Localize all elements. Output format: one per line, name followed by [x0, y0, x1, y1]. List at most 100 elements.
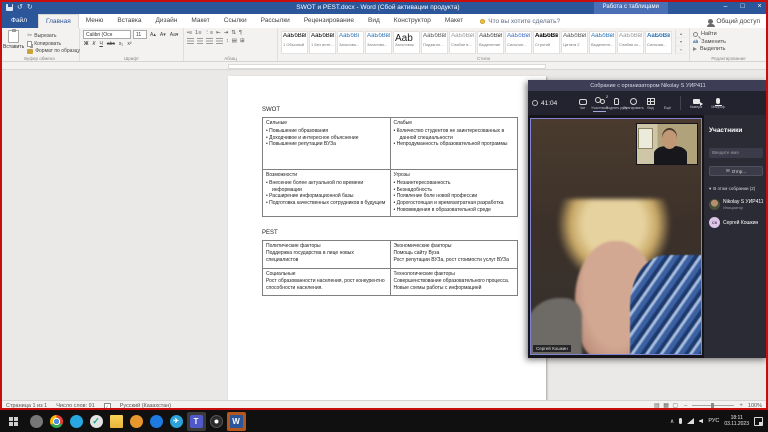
read-mode-icon[interactable]: ▤ — [653, 403, 661, 409]
format-painter-button[interactable]: Формат по образцу — [27, 48, 80, 54]
gallery-up-icon[interactable]: ▴ — [676, 30, 686, 38]
participant-row[interactable]: СК Сергей Кошкин — [709, 217, 763, 228]
participant-search-input[interactable] — [709, 148, 763, 158]
style-gallery-item[interactable]: АаБбВвГ Подзагол... — [421, 31, 448, 54]
word-count[interactable]: Число слов: 91 — [56, 403, 95, 409]
undo-icon[interactable]: ↺ — [17, 3, 23, 11]
page-indicator[interactable]: Страница 1 из 1 — [6, 403, 47, 409]
teams-device-button[interactable]: Камера — [685, 95, 707, 111]
style-gallery-item[interactable]: АаБбВвГг 1 Без инте... — [309, 31, 336, 54]
gallery-down-icon[interactable]: ▾ — [676, 38, 686, 46]
zoom-level[interactable]: 100% — [748, 403, 762, 409]
microphone-tray-icon[interactable] — [679, 418, 682, 424]
tell-me-box[interactable]: Что вы хотите сделать? — [480, 14, 560, 28]
save-icon[interactable] — [6, 4, 13, 11]
replace-button[interactable]: abЗаменить — [693, 39, 764, 45]
redo-icon[interactable]: ↻ — [27, 3, 33, 11]
contextual-ribbon-tab[interactable]: Конструктор — [387, 14, 438, 28]
style-gallery-item[interactable]: АаБбВвГ Заголово... — [365, 31, 392, 54]
teams-titlebar[interactable]: Собрание с организатором Nikolay S УИР41… — [528, 80, 768, 91]
file-explorer-icon[interactable] — [107, 412, 126, 431]
tab-file[interactable]: Файл — [0, 14, 38, 28]
self-video-tile[interactable] — [636, 123, 698, 165]
shading-icon[interactable]: ▤ — [232, 38, 237, 44]
pest-cell-political[interactable]: Политические факторы Поддержка государст… — [263, 240, 391, 268]
ribbon-tab[interactable]: Рецензирование — [297, 14, 361, 28]
teams-device-button[interactable]: Микроф — [707, 95, 729, 111]
clock[interactable]: 18:11 03.11.2023 — [724, 415, 749, 428]
print-layout-icon[interactable]: ▦ — [662, 403, 670, 409]
zoom-out-button[interactable]: – — [684, 403, 687, 409]
horizontal-ruler[interactable] — [0, 62, 768, 70]
select-button[interactable]: Выделить — [693, 46, 764, 52]
pest-cell-economic[interactable]: Экономические факторы Помощь сайту ВузаР… — [390, 240, 518, 268]
cut-button[interactable]: Вырезать — [27, 32, 80, 39]
pest-cell-technological[interactable]: Технологические факторы Совершенствовани… — [390, 268, 518, 295]
hidden-icons-chevron[interactable]: ∧ — [670, 418, 674, 425]
gallery-more-icon[interactable]: ▿ — [676, 46, 686, 54]
font-style-button[interactable]: x² — [126, 41, 132, 47]
align-right-icon[interactable] — [206, 38, 213, 44]
style-gallery-item[interactable]: АаБбВвГг Слабая сс... — [617, 31, 644, 54]
grow-font-button[interactable]: А▴ — [149, 32, 157, 38]
font-style-button[interactable]: abc — [106, 41, 116, 47]
style-gallery-item[interactable]: АаБбВі Заголово... — [337, 31, 364, 54]
teams-toolbar-button[interactable]: Чат — [574, 95, 591, 112]
start-button[interactable] — [0, 410, 26, 432]
align-center-icon[interactable] — [197, 38, 203, 44]
mail-app-icon[interactable] — [67, 412, 86, 431]
decrease-indent-icon[interactable]: ⇤ — [216, 30, 221, 36]
chrome-icon[interactable] — [47, 412, 66, 431]
document-page[interactable]: SWOT Сильные Повышение образованияДоходч… — [228, 76, 546, 400]
style-gallery-item[interactable]: АаБбВвГг Строгий — [533, 31, 560, 54]
change-case-button[interactable]: Аа▾ — [169, 32, 180, 38]
yandex-app-icon[interactable] — [127, 412, 146, 431]
shrink-font-button[interactable]: А▾ — [159, 32, 167, 38]
ribbon-tab[interactable]: Рассылки — [254, 14, 297, 28]
numbering-icon[interactable]: 1≡ — [195, 30, 201, 36]
ribbon-tab[interactable]: Дизайн — [148, 14, 184, 28]
contextual-ribbon-tab[interactable]: Макет — [438, 14, 470, 28]
align-left-icon[interactable] — [187, 38, 194, 44]
zoom-in-button[interactable]: + — [739, 403, 743, 409]
language-indicator[interactable]: Русский (Казахстан) — [120, 403, 171, 409]
teams-icon[interactable]: T — [187, 412, 206, 431]
style-gallery-item[interactable]: Aab Заголовок — [393, 31, 420, 54]
tab-home-active[interactable]: Главная — [38, 14, 79, 28]
pest-cell-social[interactable]: Социальные Рост образованности населения… — [263, 268, 391, 295]
style-gallery-item[interactable]: АаБбВвГг Цитата 2 — [561, 31, 588, 54]
ribbon-tab[interactable]: Вставка — [110, 14, 148, 28]
swot-cell-threats[interactable]: Угрозы НезаинтересованностьБезнадобность… — [390, 170, 518, 217]
web-layout-icon[interactable]: ▢ — [671, 403, 679, 409]
style-gallery-item[interactable]: АаБбВвГг Слабое в... — [449, 31, 476, 54]
teams-toolbar-button[interactable]: Реагировать — [625, 95, 642, 112]
swot-cell-strengths[interactable]: Сильные Повышение образованияДоходчивое … — [263, 118, 391, 170]
multilevel-list-icon[interactable]: ⋮≡ — [204, 30, 213, 36]
taskview-app-icon[interactable] — [27, 412, 46, 431]
font-style-button[interactable]: Ж — [83, 41, 90, 47]
font-style-button[interactable]: К — [92, 41, 97, 47]
ribbon-tab[interactable]: Меню — [79, 14, 111, 28]
in-meeting-section[interactable]: ▾ В этом собрании (2) — [709, 186, 763, 192]
ribbon-tab[interactable]: Ссылки — [217, 14, 254, 28]
ribbon-tab[interactable]: Макет — [184, 14, 216, 28]
zoom-slider[interactable] — [692, 405, 734, 406]
word-icon[interactable]: W — [227, 412, 246, 431]
spellcheck-icon[interactable]: ✓ — [104, 403, 111, 409]
telegram-icon[interactable]: ✈ — [167, 412, 186, 431]
line-spacing-icon[interactable]: ↕ — [226, 38, 229, 44]
style-gallery-item[interactable]: АаБбВвГг Выделенн... — [589, 31, 616, 54]
camera-app-icon[interactable] — [207, 412, 226, 431]
skype-app-icon[interactable] — [147, 412, 166, 431]
volume-icon[interactable] — [699, 419, 703, 424]
paste-button[interactable]: Вставить — [3, 30, 24, 54]
style-gallery-item[interactable]: АаБбВвГг 1 Обычный — [281, 31, 308, 54]
font-style-button[interactable]: x₂ — [118, 41, 124, 47]
style-gallery-item[interactable]: АаБбВвГг Сильная... — [645, 31, 672, 54]
font-size-select[interactable]: 11 — [133, 30, 147, 39]
borders-icon[interactable]: ⊞ — [240, 38, 245, 44]
invite-button[interactable]: ✉ Отпр... — [709, 166, 763, 176]
font-style-button[interactable]: Ч — [98, 41, 103, 47]
pilcrow-icon[interactable]: ¶ — [239, 30, 242, 36]
language-switcher[interactable]: РУС — [708, 418, 719, 424]
